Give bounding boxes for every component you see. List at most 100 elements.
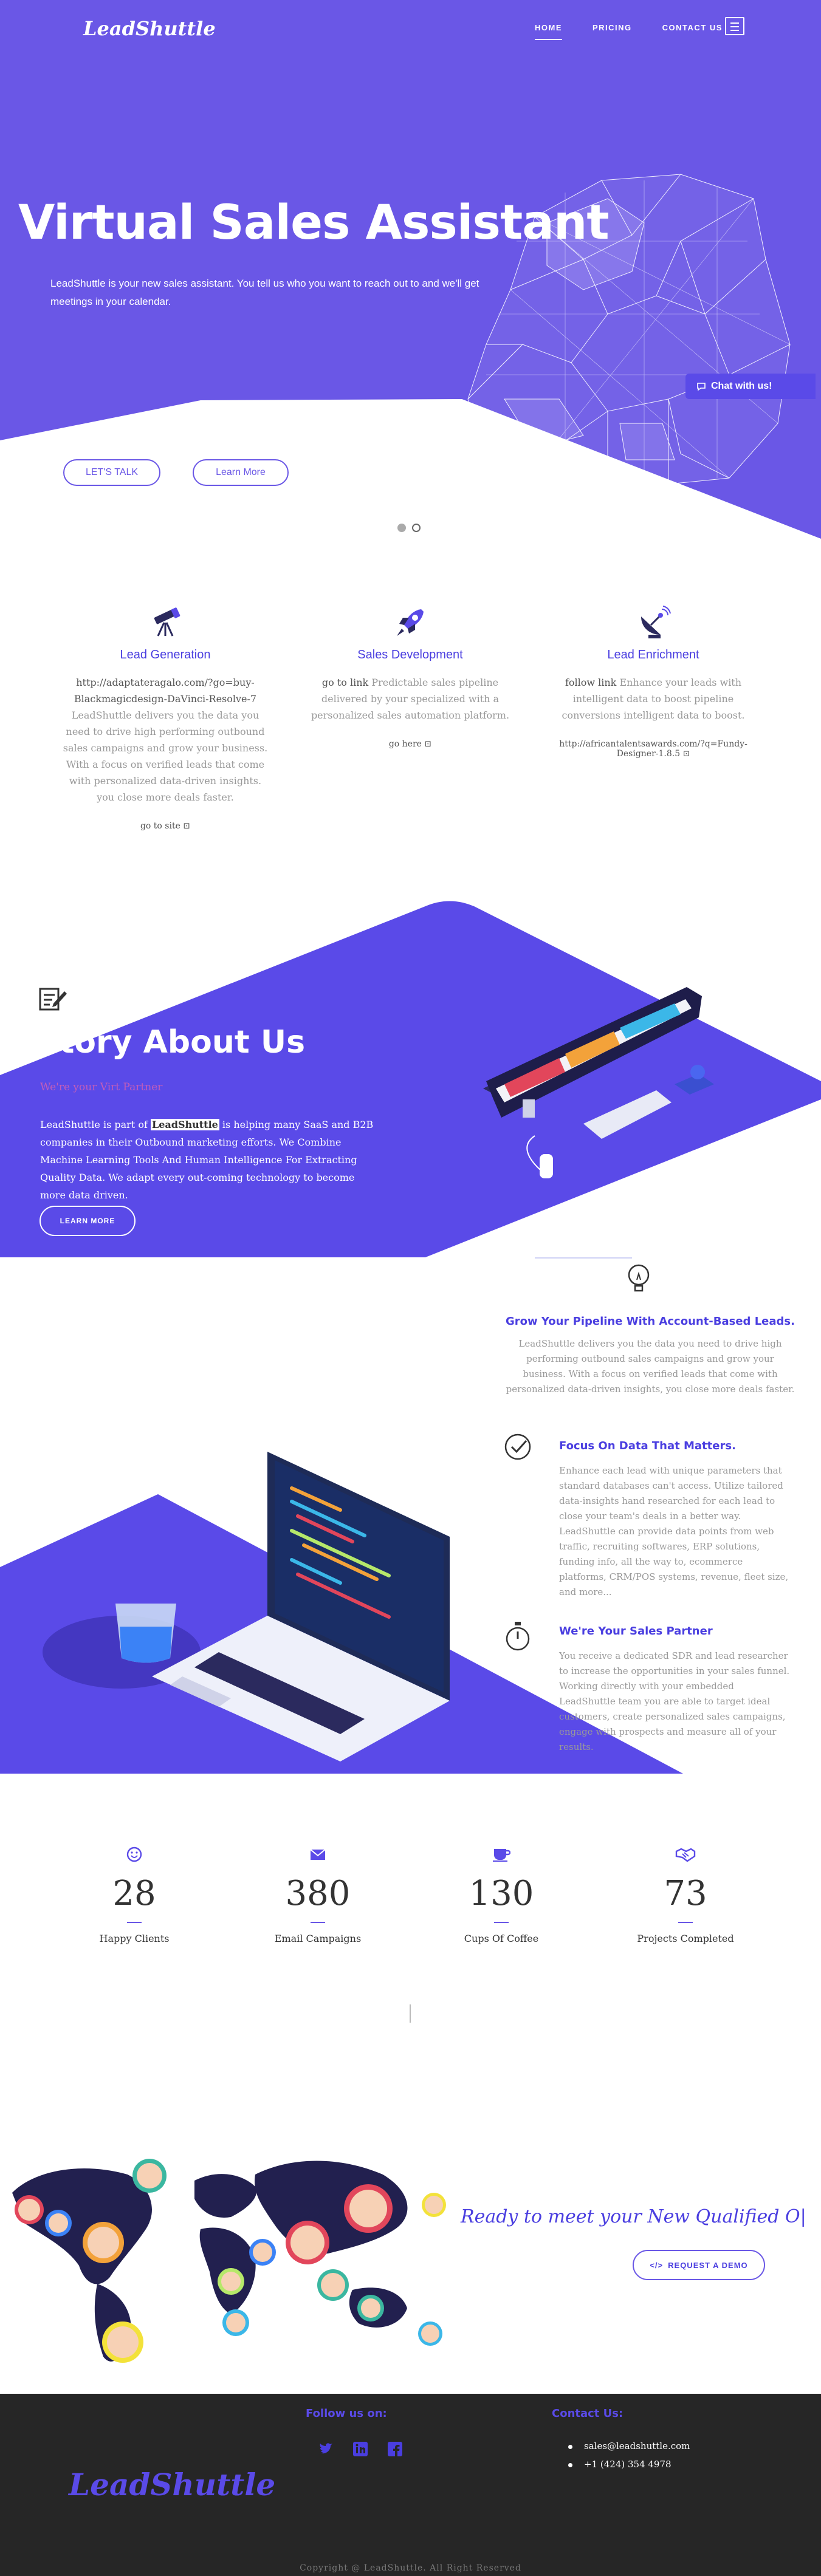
cta-title: Ready to meet your New Qualified O| — [461, 2206, 806, 2227]
learn-more-button[interactable]: Learn More — [193, 459, 289, 486]
service-cta-label: http://africantalentsawards.com/?q=Fundy… — [559, 739, 747, 759]
service-text: follow link Enhance your leads with inte… — [550, 674, 757, 723]
counter-label: Projects Completed — [637, 1933, 734, 1944]
menu-toggle-button[interactable] — [725, 17, 744, 35]
counter-label: Email Campaigns — [274, 1933, 362, 1944]
nav-pricing-link[interactable]: PRICING — [593, 23, 632, 32]
service-link-text[interactable]: http://adaptateragalo.com/?go=buy-Blackm… — [74, 677, 256, 705]
nav-links: HOME PRICING CONTACT US — [535, 23, 753, 40]
story-learn-more-button[interactable]: LEARN MORE — [40, 1206, 136, 1236]
coffee-icon — [493, 1849, 511, 1862]
feature-title: Grow Your Pipeline With Account-Based Le… — [506, 1315, 795, 1328]
feature-account-based: Grow Your Pipeline With Account-Based Le… — [504, 1315, 796, 1397]
satellite-dish-icon — [641, 606, 671, 638]
feature-sales-partner: We're Your Sales Partner You receive a d… — [559, 1625, 790, 1755]
feature-data-matters: Focus On Data That Matters. Enhance each… — [559, 1440, 790, 1600]
service-cta[interactable]: http://africantalentsawards.com/?q=Fundy… — [550, 739, 757, 759]
linkedin-icon[interactable] — [352, 2441, 369, 2458]
story-subtitle: We're your Virt Partner — [40, 1081, 163, 1093]
counter-label: Happy Clients — [99, 1933, 170, 1944]
feature-title: Focus On Data That Matters. — [559, 1440, 736, 1452]
contact-email[interactable]: sales@leadshuttle.com — [568, 2441, 690, 2451]
stopwatch-icon — [506, 1622, 530, 1651]
counter-value: 130 — [469, 1874, 534, 1913]
lets-talk-button[interactable]: LET'S TALK — [63, 459, 160, 486]
contact-list: sales@leadshuttle.com +1 (424) 354 4978 — [568, 2441, 690, 2477]
service-cta-label: go to site — [140, 821, 180, 831]
chat-button[interactable]: Chat with us! — [685, 374, 816, 399]
counter-underline — [311, 1922, 325, 1923]
telescope-icon — [154, 607, 180, 637]
nav-contact-link[interactable]: CONTACT US — [662, 23, 723, 32]
page: LeadShuttle HOME PRICING CONTACT US Virt… — [0, 0, 821, 2576]
handshake-icon — [675, 1848, 696, 1862]
counter-value: 28 — [112, 1874, 156, 1913]
request-demo-button[interactable]: </> REQUEST A DEMO — [633, 2250, 765, 2280]
lightbulb-icon — [628, 1264, 650, 1292]
feature-text: Enhance each lead with unique parameters… — [559, 1465, 789, 1597]
footer: Follow us on: Contact Us: sales@leadshut… — [0, 2394, 821, 2576]
hero-title: Virtual Sales Assistant — [18, 196, 610, 250]
service-link-text[interactable]: follow link — [565, 677, 616, 688]
story-text-pre: LeadShuttle is part of — [40, 1119, 148, 1130]
counter-projects-completed: 73 Projects Completed — [606, 1847, 764, 1944]
hero-subtitle: LeadShuttle is your new sales assistant.… — [50, 278, 479, 307]
feature-text: You receive a dedicated SDR and lead res… — [559, 1650, 790, 1752]
follow-us-heading: Follow us on: — [306, 2407, 387, 2420]
counter-value: 380 — [285, 1874, 351, 1913]
service-title: Lead Enrichment — [607, 648, 699, 661]
counter-happy-clients: 28 Happy Clients — [55, 1847, 213, 1944]
notepad-edit-icon — [39, 988, 67, 1011]
top-navbar: LeadShuttle HOME PRICING CONTACT US — [0, 0, 821, 59]
nav-home-link[interactable]: HOME — [535, 23, 562, 40]
smile-icon — [126, 1847, 142, 1862]
service-cta-label: go here — [388, 739, 422, 749]
menu-bar-1 — [730, 22, 739, 24]
footer-logo[interactable]: LeadShuttle — [69, 2467, 275, 2503]
counter-underline — [678, 1922, 693, 1923]
service-text: go to link Predictable sales pipeline de… — [307, 674, 514, 723]
service-link-text[interactable]: go to link — [322, 677, 368, 688]
service-text: http://adaptateragalo.com/?go=buy-Blackm… — [62, 674, 269, 805]
logo[interactable]: LeadShuttle — [83, 17, 216, 40]
contact-us-heading: Contact Us: — [552, 2407, 623, 2420]
request-demo-label: REQUEST A DEMO — [668, 2260, 748, 2270]
code-icon: </> — [650, 2260, 664, 2270]
counter-cups-coffee: 130 Cups Of Coffee — [422, 1847, 580, 1944]
feature-divider — [535, 1257, 632, 1259]
menu-bar-3 — [730, 30, 739, 31]
facebook-icon[interactable] — [386, 2441, 404, 2458]
section-separator — [410, 2004, 411, 2023]
counter-value: 73 — [664, 1874, 707, 1913]
counter-email-campaigns: 380 Email Campaigns — [239, 1847, 397, 1944]
service-lead-generation: Lead Generation http://adaptateragalo.co… — [62, 604, 269, 831]
service-title: Sales Development — [357, 648, 463, 661]
story-text-post: is helping many SaaS and B2B companies i… — [40, 1119, 374, 1201]
service-description: LeadShuttle delivers you the data you ne… — [63, 709, 268, 803]
world-map-illustration — [12, 2159, 446, 2363]
service-cta[interactable]: go to site ⊡ — [62, 821, 269, 831]
service-lead-enrichment: Lead Enrichment follow link Enhance your… — [550, 604, 757, 759]
service-cta[interactable]: go here ⊡ — [307, 739, 514, 749]
hero-section: Virtual Sales Assistant LeadShuttle is y… — [0, 59, 821, 545]
counter-label: Cups Of Coffee — [464, 1933, 539, 1944]
story-title: Story About Us — [36, 1024, 306, 1061]
story-text: LeadShuttle is part of LeadShuttle is he… — [40, 1116, 380, 1204]
chat-bubble-icon — [697, 383, 706, 391]
service-sales-development: Sales Development go to link Predictable… — [307, 604, 514, 749]
rocket-icon — [397, 609, 424, 636]
story-brand-highlight: LeadShuttle — [150, 1119, 219, 1130]
chat-button-label: Chat with us! — [711, 381, 772, 391]
checkmark-circle-icon — [504, 1433, 531, 1460]
carousel-dot-2[interactable] — [412, 524, 421, 532]
envelope-icon — [310, 1849, 326, 1860]
contact-phone[interactable]: +1 (424) 354 4978 — [568, 2459, 690, 2470]
carousel-dot-1[interactable] — [397, 524, 406, 532]
copyright: Copyright @ LeadShuttle. All Right Reser… — [300, 2563, 521, 2573]
counter-underline — [127, 1922, 142, 1923]
service-title: Lead Generation — [120, 648, 211, 661]
counter-underline — [494, 1922, 509, 1923]
twitter-icon[interactable] — [317, 2441, 334, 2458]
feature-title: We're Your Sales Partner — [559, 1625, 713, 1638]
menu-bar-2 — [730, 26, 739, 27]
